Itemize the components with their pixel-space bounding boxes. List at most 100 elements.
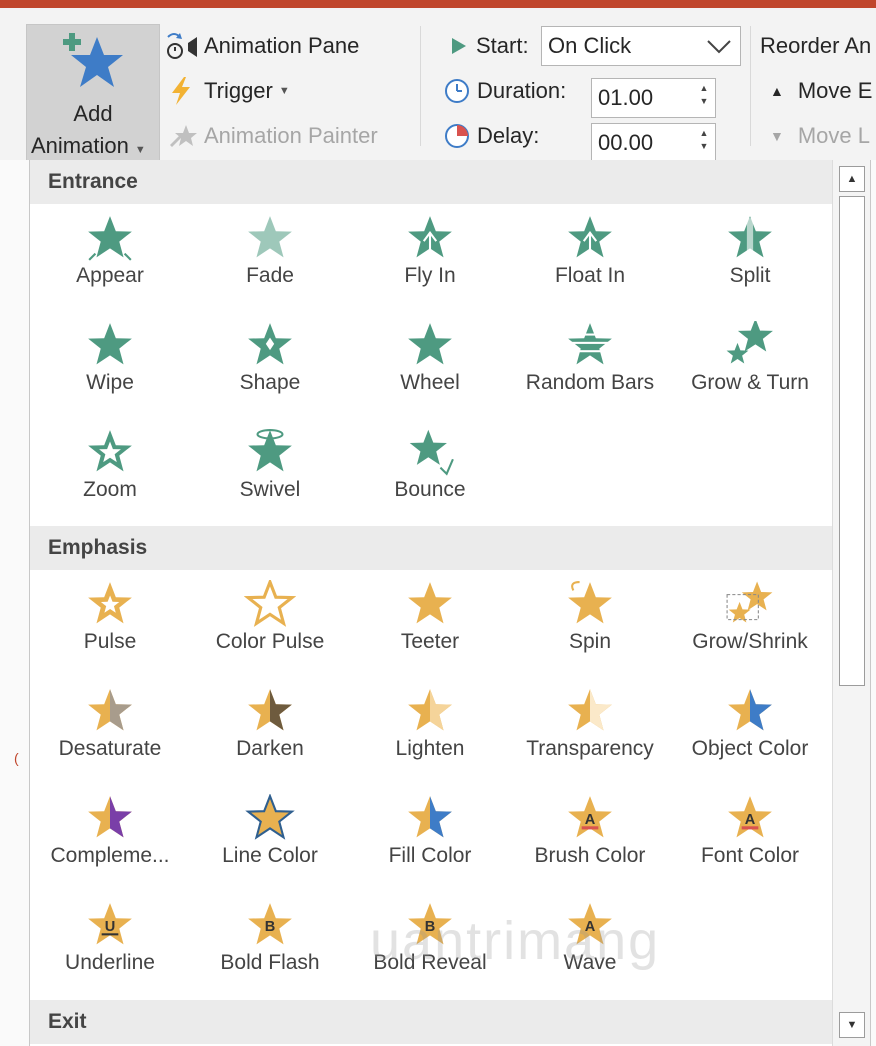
animation-painter-icon bbox=[170, 125, 197, 147]
star-appear-icon bbox=[88, 216, 132, 261]
scroll-down-button[interactable]: ▼ bbox=[839, 1012, 865, 1038]
scroll-thumb[interactable] bbox=[839, 196, 865, 686]
animation-fade[interactable]: Fade bbox=[190, 204, 350, 311]
animation-grow-turn[interactable]: Grow & Turn bbox=[670, 311, 830, 418]
animation-wipe[interactable]: Wipe bbox=[30, 311, 190, 418]
animation-wheel[interactable]: Wheel bbox=[350, 311, 510, 418]
animation-line-color[interactable]: Line Color bbox=[190, 784, 350, 891]
star-spin-icon bbox=[568, 581, 612, 624]
add-animation-button[interactable]: Add Animation ▼ bbox=[26, 24, 160, 172]
animation-label: Wipe bbox=[86, 371, 134, 394]
ribbon-separator bbox=[750, 26, 751, 146]
animation-label: Float In bbox=[554, 264, 626, 287]
star-grow-shrink-icon bbox=[726, 581, 773, 623]
animation-teeter[interactable]: Teeter bbox=[350, 570, 510, 677]
clock-icon bbox=[445, 79, 469, 103]
gallery-scrollbar[interactable]: ▲ ▼ bbox=[832, 160, 870, 1046]
animation-label: Brush Color bbox=[534, 844, 646, 867]
animation-label: Fill Color bbox=[388, 844, 472, 867]
star-lighten-icon bbox=[408, 689, 452, 731]
animation-label: Color Pulse bbox=[215, 630, 325, 653]
animation-label: Underline bbox=[65, 951, 155, 974]
animation-pane-button[interactable]: Animation Pane bbox=[166, 28, 359, 64]
animation-fill-color[interactable]: Fill Color bbox=[350, 784, 510, 891]
delay-spinner[interactable]: ▲ ▼ bbox=[697, 127, 711, 157]
animation-underline[interactable]: U Underline bbox=[30, 891, 190, 998]
star-darken-icon bbox=[248, 689, 292, 731]
move-later-button[interactable]: ▼ Move L bbox=[770, 118, 870, 154]
animation-bold-flash[interactable]: B Bold Flash bbox=[190, 891, 350, 998]
animation-spin[interactable]: Spin bbox=[510, 570, 670, 677]
chevron-down-icon bbox=[707, 40, 731, 54]
delay-label: Delay: bbox=[443, 118, 539, 154]
add-animation-label-1: Add bbox=[73, 101, 113, 126]
duration-spinner[interactable]: ▲ ▼ bbox=[697, 82, 711, 112]
animation-painter-label: Animation Painter bbox=[204, 123, 378, 148]
animation-label: Desaturate bbox=[58, 737, 162, 760]
animation-object-color[interactable]: Object Color bbox=[670, 677, 830, 784]
triangle-down-icon: ▼ bbox=[770, 128, 784, 144]
star-zoom-icon bbox=[88, 430, 132, 472]
svg-text:B: B bbox=[265, 919, 276, 935]
animation-painter-button[interactable]: Animation Painter bbox=[166, 118, 378, 154]
animation-label: Bounce bbox=[394, 478, 466, 501]
start-label: Start: bbox=[448, 28, 529, 64]
star-random-bars-icon bbox=[567, 323, 613, 365]
animation-bounce[interactable]: Bounce bbox=[350, 418, 510, 525]
animation-pulse[interactable]: Pulse bbox=[30, 570, 190, 677]
star-bold-flash-icon: B bbox=[248, 903, 292, 945]
animation-darken[interactable]: Darken bbox=[190, 677, 350, 784]
animation-label: Wheel bbox=[400, 371, 460, 394]
star-grow-turn-icon bbox=[726, 321, 773, 364]
scroll-up-button[interactable]: ▲ bbox=[839, 166, 865, 192]
animation-label: Spin bbox=[568, 630, 612, 653]
title-bar-strip bbox=[0, 0, 876, 8]
duration-input[interactable]: 01.00 ▲ ▼ bbox=[591, 78, 716, 118]
move-earlier-button[interactable]: ▲ Move E bbox=[770, 73, 872, 109]
delay-input[interactable]: 00.00 ▲ ▼ bbox=[591, 123, 716, 163]
animation-label: Random Bars bbox=[525, 371, 655, 394]
svg-text:A: A bbox=[745, 812, 756, 828]
trigger-label: Trigger bbox=[204, 78, 273, 103]
star-fade-icon bbox=[248, 216, 292, 258]
animation-swivel[interactable]: Swivel bbox=[190, 418, 350, 525]
svg-text:A: A bbox=[585, 812, 596, 828]
animation-zoom[interactable]: Zoom bbox=[30, 418, 190, 525]
animation-label: Grow & Turn bbox=[691, 371, 809, 394]
animation-split[interactable]: Split bbox=[670, 204, 830, 311]
scroll-down-arrow-icon: ▼ bbox=[846, 1019, 858, 1031]
animation-label: Fade bbox=[246, 264, 294, 287]
animation-desaturate[interactable]: Desaturate bbox=[30, 677, 190, 784]
animation-float-in[interactable]: Float In bbox=[510, 204, 670, 311]
animation-random-bars[interactable]: Random Bars bbox=[510, 311, 670, 418]
section-header-emphasis: Emphasis bbox=[30, 526, 832, 570]
animation-label: Lighten bbox=[395, 737, 465, 760]
trigger-button[interactable]: Trigger ▼ bbox=[166, 73, 290, 109]
animation-label: Object Color bbox=[691, 737, 809, 760]
animation-transparency[interactable]: Transparency bbox=[510, 677, 670, 784]
lightning-icon bbox=[172, 77, 190, 105]
star-teeter-icon bbox=[408, 582, 452, 624]
animations-ribbon: Add Animation ▼ Animation Pane Trigger ▼ A… bbox=[0, 8, 876, 172]
add-animation-star-icon bbox=[63, 33, 123, 87]
animation-color-pulse[interactable]: Color Pulse bbox=[190, 570, 350, 677]
duration-label: Duration: bbox=[443, 73, 566, 109]
animation-shape[interactable]: Shape bbox=[190, 311, 350, 418]
animation-grow-shrink[interactable]: Grow/Shrink bbox=[670, 570, 830, 677]
star-brush-color-icon: A bbox=[568, 796, 612, 838]
animation-compleme[interactable]: Compleme... bbox=[30, 784, 190, 891]
animation-appear[interactable]: Appear bbox=[30, 204, 190, 311]
animation-pane-icon bbox=[167, 33, 197, 59]
svg-text:U: U bbox=[105, 919, 116, 935]
animation-label: Appear bbox=[76, 264, 144, 287]
add-animation-label-2: Animation ▼ bbox=[31, 133, 146, 158]
animation-label: Shape bbox=[239, 371, 301, 394]
animation-fly-in[interactable]: Fly In bbox=[350, 204, 510, 311]
animation-font-color[interactable]: A Font Color bbox=[670, 784, 830, 891]
animation-lighten[interactable]: Lighten bbox=[350, 677, 510, 784]
triangle-up-icon: ▲ bbox=[770, 83, 784, 99]
start-value: On Click bbox=[548, 33, 632, 58]
star-pulse-icon bbox=[88, 582, 132, 624]
animation-brush-color[interactable]: A Brush Color bbox=[510, 784, 670, 891]
start-dropdown[interactable]: On Click bbox=[541, 26, 741, 66]
